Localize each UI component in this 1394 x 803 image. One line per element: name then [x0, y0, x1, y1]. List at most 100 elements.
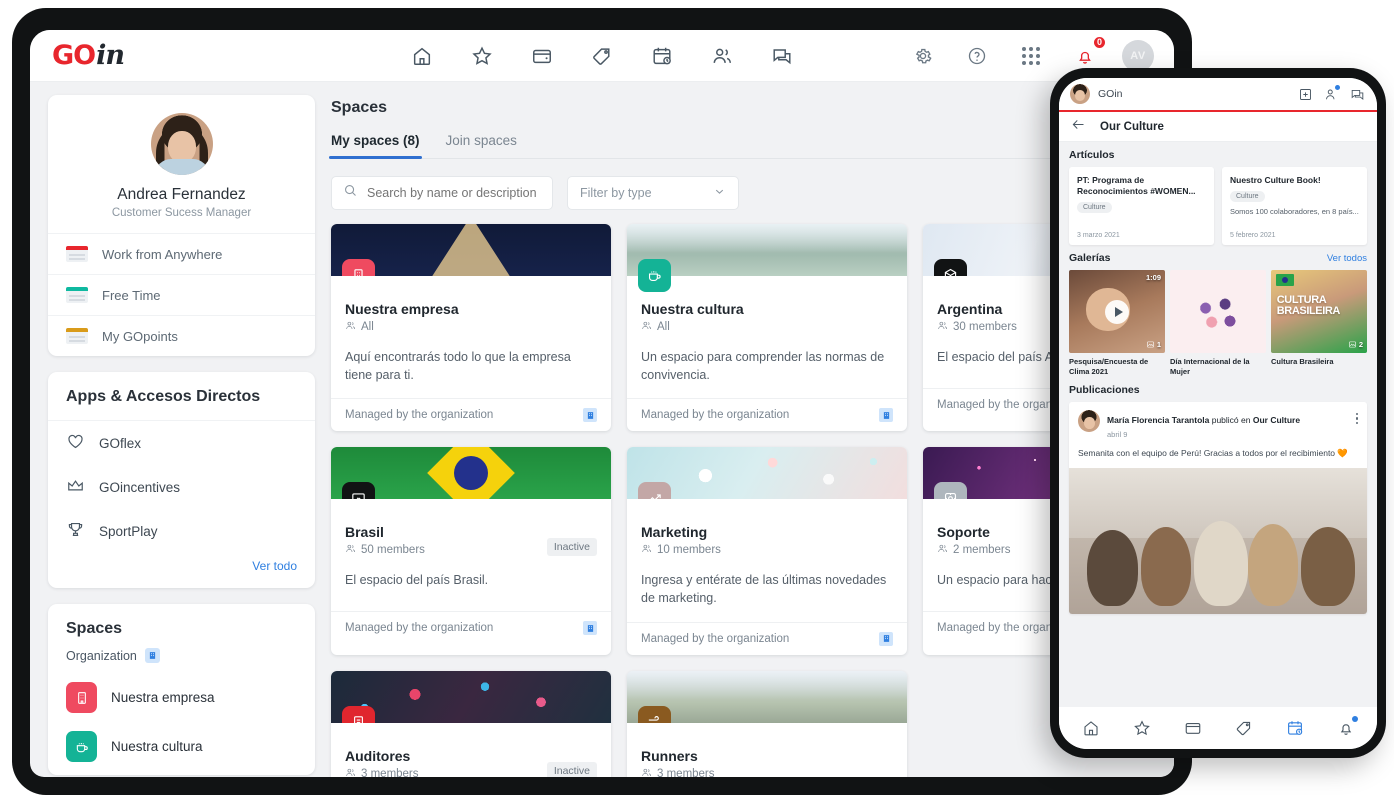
space-card-title: Soporte: [937, 524, 990, 541]
card-banner-image: [627, 447, 907, 500]
articles-section-header: Artículos: [1059, 142, 1377, 167]
people-icon: [937, 320, 948, 334]
apps-grid-icon[interactable]: [1014, 39, 1048, 73]
space-card-footer: Managed by the organization: [331, 398, 611, 431]
gallery-item[interactable]: 1:09 1 Pesquisa/Encuesta de Clima 2021: [1069, 270, 1165, 377]
profile-avatar: [150, 113, 213, 175]
gallery-item[interactable]: CULTURA BRASILEIRA 2 Cultura Brasileira: [1271, 270, 1367, 377]
space-card[interactable]: Brasil 50 members Inactive El espacio de…: [331, 447, 611, 655]
logo-go-text: GO: [52, 40, 96, 71]
search-input[interactable]: [367, 186, 541, 200]
left-sidebar: Andrea Fernandez Customer Sucess Manager…: [30, 82, 327, 777]
status-badge: Inactive: [546, 761, 597, 777]
mobile-brand-label: GOin: [1098, 88, 1123, 100]
people-icon[interactable]: [705, 39, 739, 73]
gallery-caption: Cultura Brasileira: [1271, 357, 1334, 366]
screen-icon: [342, 482, 375, 500]
space-card[interactable]: Auditores 3 members Inactive Para audita…: [331, 670, 611, 778]
building-badge-icon: [144, 648, 160, 663]
managed-by-label: Managed by the organization: [345, 622, 494, 635]
organization-building-icon: [879, 631, 893, 646]
galleries-see-all-link[interactable]: Ver todos: [1327, 253, 1367, 264]
apps-see-all-link[interactable]: Ver todo: [48, 553, 315, 588]
members-count-label: 10 members: [657, 544, 721, 557]
chat-icon[interactable]: [765, 39, 799, 73]
gallery-thumbnail: CULTURA BRASILEIRA 2: [1271, 270, 1367, 353]
sidebar-item-work-from-anywhere[interactable]: Work from Anywhere: [48, 233, 315, 274]
space-card[interactable]: Nuestra cultura All Un espacio para comp…: [627, 224, 907, 432]
wallet-icon[interactable]: [525, 39, 559, 73]
space-card-title: Argentina: [937, 301, 1003, 317]
mobile-screen-title: Our Culture: [1100, 120, 1164, 133]
more-options-icon[interactable]: [1355, 410, 1358, 424]
space-card[interactable]: Marketing 10 members Ingresa y entérate …: [627, 447, 907, 655]
help-circle-icon[interactable]: [960, 39, 994, 73]
mobile-device-frame: GOin Our Culture Artículos PT: Programa …: [1050, 68, 1386, 758]
card-teal-icon: [66, 287, 88, 303]
gear-icon[interactable]: [906, 39, 940, 73]
space-card[interactable]: Nuestra empresa All Aquí encontrarás tod…: [331, 224, 611, 432]
chevron-down-icon: [713, 185, 726, 201]
mobile-sub-header: Our Culture: [1059, 112, 1377, 142]
members-count-label: 30 members: [953, 321, 1017, 333]
sidebar-item-my-gopoints[interactable]: My GOpoints: [48, 315, 315, 356]
image-count-label: 1: [1156, 340, 1161, 349]
search-box[interactable]: [331, 176, 553, 210]
publication-action: publicó en: [1209, 414, 1253, 425]
sidebar-item-free-time[interactable]: Free Time: [48, 274, 315, 315]
chat-icon[interactable]: [1348, 85, 1366, 103]
article-card[interactable]: Nuestro Culture Book! Culture Somos 100 …: [1222, 167, 1367, 245]
space-card[interactable]: Runners 3 members Si te gusta correr, en…: [627, 670, 907, 778]
avatar[interactable]: AV: [1122, 39, 1154, 72]
publication-card[interactable]: María Florencia Tarantola publicó en Our…: [1069, 401, 1367, 615]
tab-join-spaces[interactable]: Join spaces: [446, 133, 517, 158]
space-card-description: Un espacio para comprender las normas de…: [641, 350, 885, 383]
back-arrow-icon[interactable]: [1071, 117, 1086, 137]
article-date: 5 febrero 2021: [1230, 232, 1276, 239]
gallery-item[interactable]: Día Internacional de la Mujer: [1170, 270, 1266, 377]
building-icon: [342, 259, 375, 276]
members-count-label: 3 members: [657, 767, 715, 778]
spaces-grid: Nuestra empresa All Aquí encontrarás tod…: [331, 224, 1174, 778]
filter-by-type-select[interactable]: Filter by type: [567, 176, 739, 210]
galleries-section-title: Galerías: [1069, 252, 1111, 264]
building-icon: [66, 682, 97, 713]
star-icon[interactable]: [1131, 717, 1153, 739]
article-tag: Culture: [1230, 191, 1265, 203]
bell-icon[interactable]: [1335, 716, 1358, 739]
space-card-description: Aquí encontrarás todo lo que la empresa …: [345, 350, 571, 383]
app-item-goflex[interactable]: GOflex: [48, 421, 315, 465]
app-logo[interactable]: GO in: [52, 40, 125, 71]
calendar-clock-icon[interactable]: [1284, 717, 1306, 739]
app-item-sportplay[interactable]: SportPlay: [48, 509, 315, 553]
author-avatar[interactable]: [1078, 409, 1100, 432]
galleries-section-header: Galerías Ver todos: [1059, 245, 1377, 270]
tab-my-spaces[interactable]: My spaces (8): [329, 133, 422, 159]
add-box-icon[interactable]: [1296, 85, 1314, 103]
desktop-screen: GO in 0 AV Andrea Fernandez Customer Suc…: [30, 30, 1174, 777]
play-icon[interactable]: [1105, 299, 1129, 324]
article-card[interactable]: PT: Programa de Reconocimientos #WOMEN..…: [1069, 167, 1214, 245]
app-item-goincentives[interactable]: GOincentives: [48, 465, 315, 509]
wallet-icon[interactable]: [1182, 717, 1204, 739]
people-icon: [345, 320, 356, 334]
sidebar-item-label: My GOpoints: [102, 328, 178, 344]
calendar-clock-icon[interactable]: [645, 39, 679, 73]
card-gold-icon: [66, 328, 88, 344]
space-card-title: Nuestra empresa: [345, 301, 459, 317]
mobile-avatar[interactable]: [1070, 84, 1090, 104]
members-count-label: All: [657, 321, 670, 333]
tag-icon[interactable]: [585, 39, 619, 73]
home-icon[interactable]: [405, 39, 439, 73]
trophy-icon: [66, 520, 85, 542]
home-icon[interactable]: [1080, 717, 1102, 739]
tag-icon[interactable]: [1233, 717, 1255, 739]
brazil-flag-icon: [1276, 274, 1294, 286]
sidebar-space-nuestra-cultura[interactable]: Nuestra cultura: [48, 722, 315, 771]
members-count-label: 3 members: [361, 767, 419, 778]
apps-card-title: Apps & Accesos Directos: [48, 372, 315, 421]
sidebar-space-nuestra-empresa[interactable]: Nuestra empresa: [48, 673, 315, 722]
status-dot: [1351, 716, 1358, 722]
star-icon[interactable]: [465, 39, 499, 73]
add-person-icon[interactable]: [1322, 85, 1340, 103]
